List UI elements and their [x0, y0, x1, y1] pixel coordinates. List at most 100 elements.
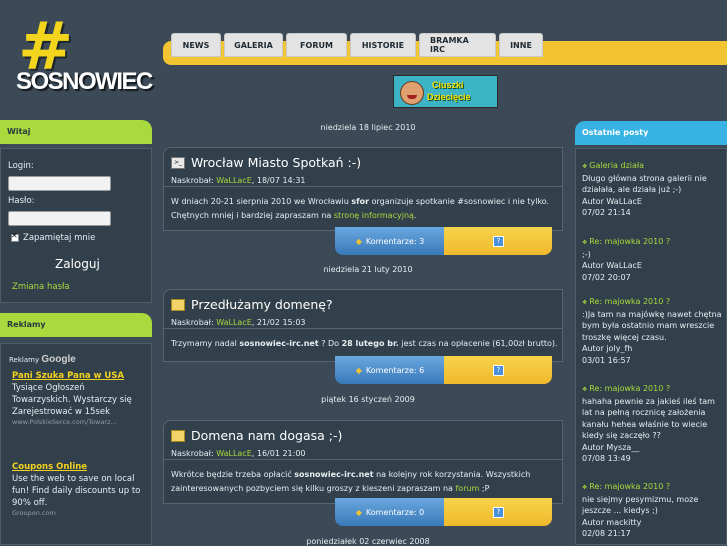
comment-icon: ◆ [355, 236, 362, 246]
nav-tab-galeria[interactable]: GALERIA [224, 33, 283, 57]
article: Przedłużamy domenę? Naskrobał: WaLLacE, … [163, 289, 563, 362]
article-body: Wkrótce będzie trzeba opłacić sosnowiec-… [171, 468, 561, 496]
question-icon: ? [493, 507, 504, 518]
recent-post: Re: majowka 2010 ? ;-) Autor WaLLacE 07/… [582, 236, 722, 283]
article-date: piątek 16 styczeń 2009 [321, 395, 415, 404]
recent-post: Re: majowka 2010 ? nie siejmy pesymizmu,… [582, 481, 722, 540]
recent-post-author: Autor joly_fh [582, 344, 633, 353]
body-link[interactable]: forum [455, 484, 479, 493]
main-nav: NEWS GALERIA FORUM HISTORIE BRAMKA IRC I… [171, 33, 543, 57]
google-logo: Google [41, 354, 76, 365]
change-password-link[interactable]: Zmiana hasła [12, 282, 70, 292]
ad-title[interactable]: Coupons Online [12, 461, 142, 473]
article-title[interactable]: Przedłużamy domenę? [191, 297, 333, 312]
nav-tab-forum[interactable]: FORUM [286, 33, 347, 57]
article: >_ Wrocław Miasto Spotkań :-) Naskrobał:… [163, 147, 563, 231]
article-meta: Naskrobał: WaLLacE, 21/02 15:03 [171, 318, 306, 327]
nav-tab-inne[interactable]: INNE [499, 33, 543, 57]
question-icon: ? [493, 236, 504, 247]
comment-icon: ◆ [355, 365, 362, 375]
recent-post-text: :)Ja tam na majówkę nawet chętna bym był… [582, 309, 722, 342]
login-label: Login: [8, 161, 34, 171]
ad-title[interactable]: Pani Szuka Pana w USA [12, 370, 142, 382]
recent-post-title[interactable]: Re: majowka 2010 ? [582, 236, 722, 249]
article-title-row: >_ Wrocław Miasto Spotkań :-) [171, 155, 361, 170]
nav-tab-news[interactable]: NEWS [171, 33, 221, 57]
comments-button[interactable]: ◆ Komentarze: 6 [335, 356, 445, 384]
article-meta: Naskrobał: WaLLacE, 18/07 14:31 [171, 176, 306, 185]
recent-post-date: 07/02 21:14 [582, 208, 631, 217]
recent-post-author: Autor WaLLacE [582, 261, 642, 270]
remember-me[interactable]: Zapamiętaj mnie [11, 231, 95, 243]
ads-by-google[interactable]: Reklamy Google [9, 354, 76, 365]
ad-banner[interactable]: Ciuszki Dziecięcie [393, 75, 498, 108]
article-action-button[interactable]: ? [444, 227, 552, 255]
recent-posts-box: Galeria działa Długo główna strona galer… [575, 148, 727, 545]
article: Domena nam dogasa ;-) Naskrobał: WaLLacE… [163, 420, 563, 504]
comments-button[interactable]: ◆ Komentarze: 3 [335, 227, 445, 255]
recent-post-title[interactable]: Re: majowka 2010 ? [582, 296, 722, 309]
body-bold: sosnowiec-irc.net [294, 470, 374, 479]
article-title-row: Przedłużamy domenę? [171, 297, 333, 312]
recent-posts-heading: Ostatnie posty [575, 121, 727, 145]
banner-line-1: Ciuszki [432, 80, 464, 90]
ad-item[interactable]: Pani Szuka Pana w USA Tysiące Ogłoszeń T… [12, 370, 142, 427]
nav-tab-bramka-irc[interactable]: BRAMKA IRC [419, 33, 496, 57]
recent-post: Re: majowka 2010 ? hahaha pewnie za jaki… [582, 383, 722, 465]
recent-post-date: 07/08 13:49 [582, 454, 631, 463]
ads-box: Reklamy Google Pani Szuka Pana w USA Tys… [0, 343, 152, 545]
comments-count: Komentarze: 0 [365, 507, 425, 517]
article-body: W dniach 20-21 sierpnia 2010 we Wrocławi… [171, 195, 561, 223]
comments-button[interactable]: ◆ Komentarze: 0 [335, 498, 445, 526]
article-action-button[interactable]: ? [444, 356, 552, 384]
body-bold: sosnowiec-irc.net [239, 339, 319, 348]
ad-item[interactable]: Coupons Online Use the web to save on lo… [12, 461, 142, 518]
body-text: ? Do [318, 339, 342, 348]
article-author[interactable]: WaLLacE [216, 318, 252, 327]
article-title[interactable]: Domena nam dogasa ;-) [191, 428, 342, 443]
recent-post-author: Autor Mysza__ [582, 442, 640, 452]
article-meta-date: , 21/02 15:03 [251, 318, 306, 327]
article-action-button[interactable]: ? [444, 498, 552, 526]
ad-url[interactable]: www.PolskieSerce.com/Towarz... [12, 418, 142, 427]
recent-post: Re: majowka 2010 ? :)Ja tam na majówkę n… [582, 296, 722, 366]
body-text: Trzymamy nadal [171, 339, 240, 348]
login-input[interactable] [8, 176, 111, 191]
comment-icon: ◆ [355, 507, 362, 517]
recent-post-title[interactable]: Galeria działa [582, 160, 722, 173]
article-date: niedziela 18 lipiec 2010 [320, 123, 416, 132]
recent-post-text: nie siejmy pesymizmu, moze jeszcze ... k… [582, 494, 699, 516]
body-link[interactable]: stronę informacyjną [334, 211, 414, 220]
recent-post-date: 07/02 20:07 [582, 272, 631, 282]
body-text: jest czas na opłacenie (61,00zł brutto). [398, 339, 558, 348]
body-text: . [413, 211, 417, 220]
article-meta: Naskrobał: WaLLacE, 16/01 21:00 [171, 449, 306, 458]
logo-word: SOSNOWIEC [16, 68, 153, 95]
login-heading: Witaj [0, 120, 152, 144]
recent-post-date: 02/08 21:17 [582, 529, 631, 538]
login-box: Login: Hasło: Zapamiętaj mnie Zaloguj Zm… [0, 148, 152, 303]
recent-post-title[interactable]: Re: majowka 2010 ? [582, 383, 722, 396]
ad-url[interactable]: Groupon.com [12, 509, 142, 518]
meta-label: Naskrobał: [171, 318, 214, 327]
article-author[interactable]: WaLLacE [216, 176, 252, 185]
body-text: W dniach 20-21 sierpnia 2010 we Wrocławi… [171, 197, 352, 206]
article-author[interactable]: WaLLacE [216, 449, 252, 458]
article-title[interactable]: Wrocław Miasto Spotkań :-) [191, 155, 361, 170]
body-text: ;P [479, 484, 490, 493]
nav-tab-historie[interactable]: HISTORIE [350, 33, 416, 57]
recent-post-title[interactable]: Re: majowka 2010 ? [582, 481, 722, 494]
meta-label: Naskrobał: [171, 176, 214, 185]
password-input[interactable] [8, 211, 111, 226]
recent-post-author: Autor WaLLacE [582, 196, 642, 206]
remember-checkbox[interactable] [11, 231, 19, 242]
recent-post: Galeria działa Długo główna strona galer… [582, 160, 722, 219]
meta-label: Naskrobał: [171, 449, 214, 458]
article-title-row: Domena nam dogasa ;-) [171, 428, 342, 443]
ad-text: Tysiące Ogłoszeń Towarzyskich. Wystarczy… [12, 383, 132, 417]
comments-count: Komentarze: 3 [365, 236, 425, 246]
login-button[interactable]: Zaloguj [55, 257, 100, 271]
password-label: Hasło: [8, 196, 35, 206]
site-logo[interactable]: # SOSNOWIEC [16, 14, 153, 106]
divider [164, 186, 562, 187]
